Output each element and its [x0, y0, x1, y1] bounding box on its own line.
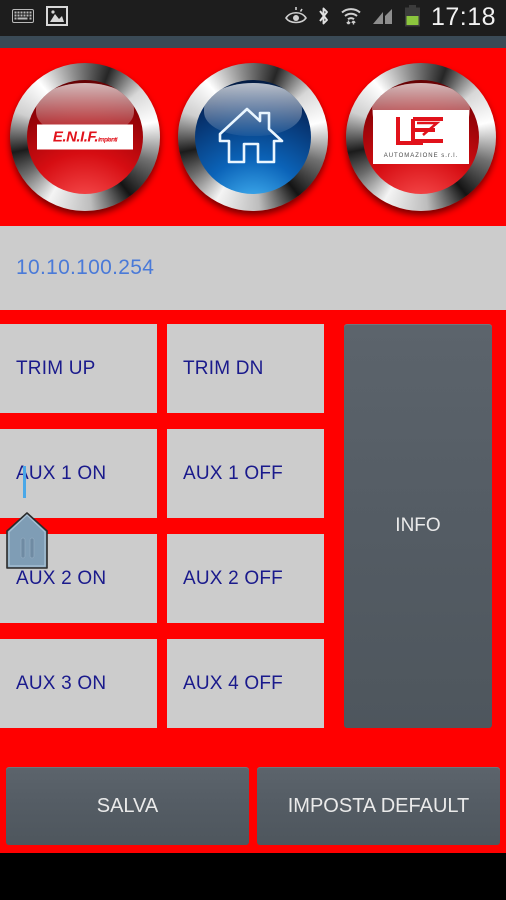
ip-address-field[interactable]: 10.10.100.254 — [0, 226, 506, 310]
save-button[interactable]: SALVA — [6, 767, 249, 845]
keyboard-icon — [12, 8, 34, 28]
enif-brand-text: E.N.I.F. — [52, 128, 99, 146]
lc-label: AUTOMAZIONE s.r.l. — [373, 110, 469, 164]
info-panel-button[interactable]: INFO — [344, 324, 492, 728]
text-caret — [23, 466, 26, 498]
lc-mark-icon — [375, 115, 467, 151]
lc-suffix-text: AUTOMAZIONE s.r.l. — [383, 153, 459, 159]
status-bar-clock: 17:18 — [430, 2, 496, 31]
set-default-button[interactable]: IMPOSTA DEFAULT — [257, 767, 500, 845]
enif-suffix-text: impianti — [98, 137, 118, 144]
text-selection-handle[interactable] — [5, 512, 49, 570]
wifi-icon — [340, 6, 362, 31]
logo-face — [195, 80, 311, 194]
footer-actions: SALVA IMPOSTA DEFAULT — [0, 761, 506, 853]
smart-stay-eye-icon — [284, 6, 307, 30]
lc-automazione-logo[interactable]: AUTOMAZIONE s.r.l. — [342, 62, 500, 212]
screenshot-image-icon[interactable] — [46, 5, 68, 31]
trim-dn-button[interactable]: TRIM DN — [167, 324, 324, 413]
home-icon — [216, 102, 290, 173]
home-button[interactable] — [174, 62, 332, 212]
aux-3-on-button[interactable]: AUX 3 ON — [0, 639, 157, 728]
aux-2-off-button[interactable]: AUX 2 OFF — [167, 534, 324, 623]
signal-bars-icon — [372, 6, 394, 31]
aux-1-off-button[interactable]: AUX 1 OFF — [167, 429, 324, 518]
status-bar-right-icons: 17:18 — [284, 2, 506, 32]
ip-address-value[interactable]: 10.10.100.254 — [0, 256, 154, 280]
trim-up-button[interactable]: TRIM UP — [0, 324, 157, 413]
aux-button-grid: TRIM UP TRIM DN AUX 1 ON AUX 1 OFF AUX 2… — [0, 324, 330, 728]
status-bar-left-icons — [0, 5, 68, 31]
aux-4-off-button[interactable]: AUX 4 OFF — [167, 639, 324, 728]
bluetooth-icon — [317, 6, 330, 31]
battery-icon — [404, 4, 421, 32]
logo-header: E.N.I.F.impianti AUTOMAZIONE s.r.l. — [0, 48, 506, 226]
app-screen: 17:18 E.N.I.F.impianti AUTOMAZIONE s.r.l… — [0, 0, 506, 900]
status-bar-accent-strip — [0, 36, 506, 48]
enif-impianti-logo[interactable]: E.N.I.F.impianti — [6, 62, 164, 212]
enif-label: E.N.I.F.impianti — [37, 124, 133, 150]
status-bar: 17:18 — [0, 0, 506, 36]
app-body: E.N.I.F.impianti AUTOMAZIONE s.r.l. 10.1… — [0, 48, 506, 853]
control-panel: TRIM UP TRIM DN AUX 1 ON AUX 1 OFF AUX 2… — [0, 310, 506, 740]
